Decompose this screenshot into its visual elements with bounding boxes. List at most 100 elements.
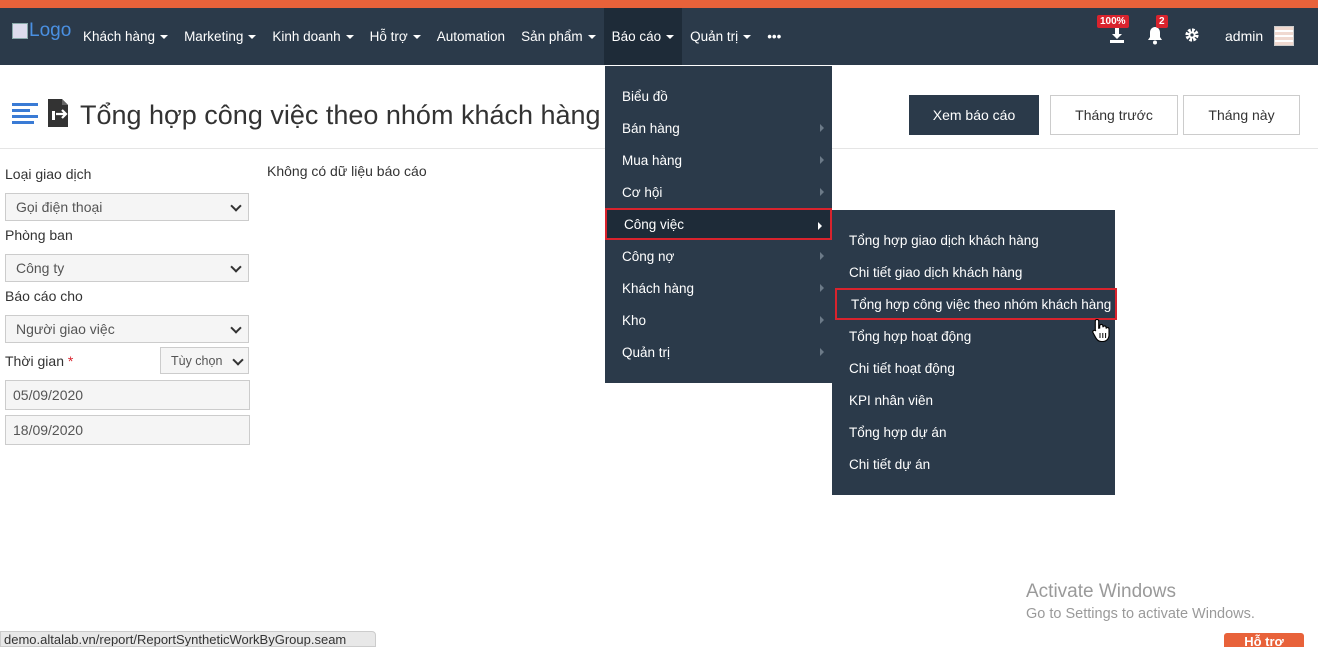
logo-alt-text: Logo: [29, 20, 72, 41]
nav-item-label: Quản trị: [690, 29, 739, 44]
chevron-down-icon: [230, 261, 242, 273]
this-month-button[interactable]: Tháng này: [1183, 95, 1300, 135]
report-for-select[interactable]: Người giao việc: [5, 315, 249, 343]
report-menu-item-5[interactable]: Công nợ: [605, 240, 832, 272]
activate-windows-watermark: Activate Windows Go to Settings to activ…: [1026, 581, 1255, 622]
caret-down-icon: [587, 34, 596, 39]
report-menu-item-6[interactable]: Khách hàng: [605, 272, 832, 304]
report-menu-item-label: Bán hàng: [622, 120, 680, 136]
activate-title: Activate Windows: [1026, 581, 1176, 602]
download-icon[interactable]: [1108, 26, 1126, 49]
work-submenu-item-4[interactable]: Chi tiết hoạt động: [832, 352, 1115, 384]
work-submenu: Tổng hợp giao dịch khách hàng Chi tiết gi…: [832, 210, 1117, 495]
nav-item-8[interactable]: •••: [759, 8, 789, 65]
status-bar-url: demo.altalab.vn/report/ReportSyntheticWo…: [0, 631, 376, 647]
caret-down-icon: [248, 34, 257, 39]
report-menu-item-0[interactable]: Biểu đồ: [605, 80, 832, 112]
caret-down-icon: [160, 34, 169, 39]
nav-item-label: •••: [767, 29, 782, 44]
work-submenu-item-0[interactable]: Tổng hợp giao dịch khách hàng: [832, 224, 1115, 256]
menu-toggle-icon[interactable]: [12, 101, 40, 130]
report-menu-item-label: Biểu đồ: [622, 88, 668, 104]
required-mark: *: [67, 353, 74, 369]
caret-down-icon: [345, 34, 354, 39]
time-option-value: Tùy chọn: [171, 353, 223, 368]
work-submenu-item-6[interactable]: Tổng hợp dự án: [832, 416, 1115, 448]
user-name[interactable]: admin: [1225, 28, 1263, 44]
caret-down-icon: [743, 34, 752, 39]
transaction-type-select[interactable]: Gọi điện thoại: [5, 193, 249, 221]
chevron-right-icon: [818, 222, 822, 230]
nav-item-0[interactable]: Khách hàng: [75, 8, 176, 65]
report-dropdown-menu: Biểu đồ Bán hàng Mua hàng Cơ hội Công việc Cô…: [605, 66, 832, 383]
nav-item-label: Kinh doanh: [272, 29, 341, 44]
view-report-button[interactable]: Xem báo cáo: [909, 95, 1039, 135]
chevron-right-icon: [820, 284, 824, 292]
report-menu-item-label: Công việc: [624, 216, 685, 232]
time-label-text: Thời gian: [5, 353, 64, 369]
report-menu-item-4[interactable]: Công việc: [605, 208, 832, 240]
chevron-down-icon: [230, 322, 242, 334]
nav-item-7[interactable]: Quản trị: [682, 8, 759, 65]
time-label: Thời gian *: [5, 353, 73, 369]
main-nav: Khách hàng Marketing Kinh doanh Hỗ trợ Autom…: [75, 8, 789, 65]
help-button[interactable]: Hỗ trợ: [1224, 633, 1304, 647]
chevron-right-icon: [820, 124, 824, 132]
caret-down-icon: [666, 34, 675, 39]
nav-item-label: Khách hàng: [83, 29, 156, 44]
download-badge: 100%: [1097, 15, 1129, 28]
chevron-right-icon: [820, 156, 824, 164]
broken-image-icon: [12, 23, 28, 39]
report-for-value: Người giao việc: [16, 321, 115, 337]
report-menu-item-2[interactable]: Mua hàng: [605, 144, 832, 176]
nav-item-label: Sản phẩm: [521, 29, 583, 44]
nav-item-5[interactable]: Sản phẩm: [513, 8, 604, 65]
work-submenu-item-3[interactable]: Tổng hợp hoạt động: [832, 320, 1115, 352]
nav-item-label: Hỗ trợ: [369, 29, 408, 44]
report-menu-item-7[interactable]: Kho: [605, 304, 832, 336]
nav-item-6[interactable]: Báo cáo: [603, 8, 683, 65]
report-for-label: Báo cáo cho: [5, 288, 83, 304]
work-submenu-item-5[interactable]: KPI nhân viên: [832, 384, 1115, 416]
nav-item-4[interactable]: Automation: [429, 8, 513, 65]
previous-month-button[interactable]: Tháng trước: [1050, 95, 1178, 135]
page-header: Tổng hợp công việc theo nhóm khách hàng: [12, 98, 601, 133]
report-menu-item-1[interactable]: Bán hàng: [605, 112, 832, 144]
nav-item-2[interactable]: Kinh doanh: [264, 8, 361, 65]
work-submenu-item-1[interactable]: Chi tiết giao dịch khách hàng: [832, 256, 1115, 288]
report-menu-item-label: Công nợ: [622, 248, 675, 264]
notification-badge: 2: [1156, 15, 1168, 28]
transaction-type-label: Loại giao dịch: [5, 166, 92, 182]
top-accent-line: [0, 0, 1318, 8]
department-label: Phòng ban: [5, 227, 73, 243]
nav-item-label: Automation: [436, 29, 506, 44]
transaction-type-value: Gọi điện thoại: [16, 199, 103, 215]
bell-icon[interactable]: [1146, 26, 1164, 50]
page-title: Tổng hợp công việc theo nhóm khách hàng: [80, 100, 601, 130]
gear-icon[interactable]: [1184, 27, 1200, 48]
nav-item-label: Báo cáo: [611, 29, 662, 44]
report-menu-item-label: Kho: [622, 312, 647, 328]
activate-subtitle: Go to Settings to activate Windows.: [1026, 606, 1255, 622]
avatar[interactable]: [1274, 26, 1294, 46]
chevron-right-icon: [820, 316, 824, 324]
department-value: Công ty: [16, 260, 65, 276]
chevron-right-icon: [820, 348, 824, 356]
no-data-message: Không có dữ liệu báo cáo: [267, 163, 427, 179]
report-menu-item-label: Khách hàng: [622, 280, 695, 296]
work-submenu-item-2[interactable]: Tổng hợp công việc theo nhóm khách hàng: [835, 288, 1117, 320]
chevron-down-icon: [232, 354, 244, 366]
logo[interactable]: Logo: [12, 20, 71, 42]
nav-item-1[interactable]: Marketing: [176, 8, 264, 65]
work-submenu-item-7[interactable]: Chi tiết dự án: [832, 448, 1115, 480]
nav-item-3[interactable]: Hỗ trợ: [362, 8, 429, 65]
from-date-input[interactable]: 05/09/2020: [5, 380, 250, 410]
report-menu-item-label: Mua hàng: [622, 152, 683, 168]
chevron-right-icon: [820, 188, 824, 196]
report-menu-item-8[interactable]: Quản trị: [605, 336, 832, 368]
to-date-input[interactable]: 18/09/2020: [5, 415, 250, 445]
hand-cursor-icon: [1092, 318, 1110, 347]
time-option-select[interactable]: Tùy chọn: [160, 347, 249, 374]
report-menu-item-3[interactable]: Cơ hội: [605, 176, 832, 208]
department-select[interactable]: Công ty: [5, 254, 249, 282]
